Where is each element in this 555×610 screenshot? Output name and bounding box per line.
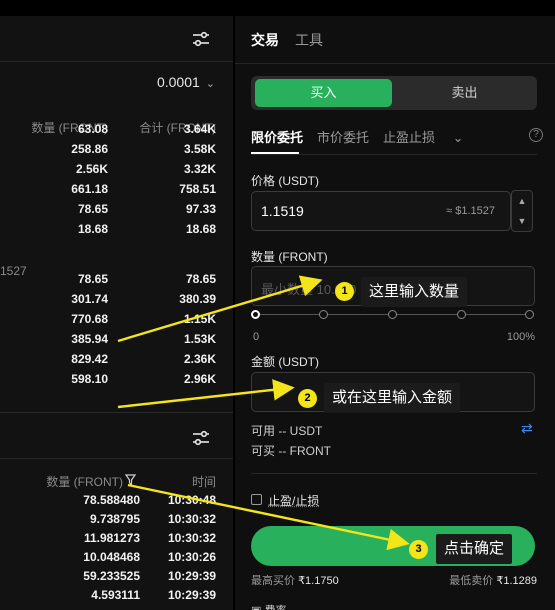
step-3-badge: 3 bbox=[409, 540, 428, 559]
step-2-callout: 或在这里输入金额 bbox=[324, 383, 461, 413]
tutorial-arrows bbox=[117, 275, 410, 551]
step-1-callout: 这里输入数量 bbox=[361, 277, 468, 307]
step-2-badge: 2 bbox=[298, 389, 317, 408]
arrow-to-confirm bbox=[127, 483, 410, 551]
arrow-to-quantity bbox=[117, 275, 323, 343]
step-3-callout: 点击确定 bbox=[436, 534, 513, 564]
step-1-badge: 1 bbox=[335, 282, 354, 301]
arrow-to-amount bbox=[117, 379, 295, 409]
